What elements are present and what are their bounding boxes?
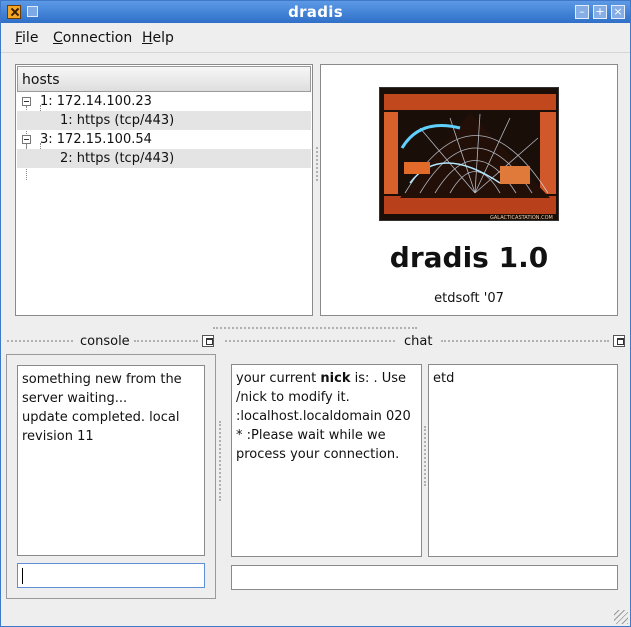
tree-item-label: 1: https (tcp/443) bbox=[60, 113, 175, 128]
menu-connection[interactable]: Connection bbox=[53, 30, 132, 46]
splash-image: GALACTICASTATION.COM bbox=[379, 87, 559, 221]
resize-grip-icon[interactable] bbox=[614, 610, 628, 624]
chat-nick-label: nick bbox=[320, 371, 351, 386]
console-dock-title: console bbox=[76, 334, 134, 349]
chat-message-input[interactable] bbox=[231, 565, 618, 590]
tree-item-host[interactable]: 3: 172.15.100.54 bbox=[17, 130, 311, 149]
console-command-input[interactable] bbox=[17, 563, 205, 588]
collapse-icon[interactable] bbox=[22, 135, 31, 144]
dock-grip[interactable] bbox=[441, 340, 609, 343]
dradis-screen-graphic: GALACTICASTATION.COM bbox=[380, 88, 558, 221]
tree-item-label: 1: 172.14.100.23 bbox=[40, 94, 152, 109]
chat-user[interactable]: etd bbox=[433, 369, 613, 388]
chat-messages[interactable]: your current nick is: . Use /nick to mod… bbox=[231, 364, 422, 557]
chat-line: process your connection. bbox=[236, 447, 400, 462]
splitter-handle[interactable] bbox=[213, 327, 417, 330]
splitter-handle[interactable] bbox=[219, 421, 222, 501]
menu-file[interactable]: File bbox=[15, 30, 38, 46]
menu-help-label: Help bbox=[142, 30, 174, 46]
chat-line: * :Please wait while we bbox=[236, 428, 386, 443]
text-cursor bbox=[22, 568, 23, 584]
main-window: dradis – + × File Connection Help hosts … bbox=[0, 0, 631, 627]
chat-user-list[interactable]: etd bbox=[428, 364, 618, 557]
console-output[interactable]: something new from the server waiting...… bbox=[17, 365, 205, 556]
window-title: dradis bbox=[288, 3, 343, 21]
menu-file-label: File bbox=[15, 30, 39, 46]
collapse-icon[interactable] bbox=[22, 97, 31, 106]
dock-grip[interactable] bbox=[7, 340, 73, 343]
dock-grip[interactable] bbox=[225, 340, 395, 343]
undock-chat-icon[interactable] bbox=[613, 335, 625, 347]
undock-console-icon[interactable] bbox=[202, 335, 214, 347]
console-line: server waiting... bbox=[22, 391, 128, 406]
tree-item-service[interactable]: 1: https (tcp/443) bbox=[17, 111, 311, 130]
title-bar[interactable]: dradis – + × bbox=[1, 1, 630, 23]
about-panel: GALACTICASTATION.COM dradis 1.0 etdsoft … bbox=[320, 64, 618, 316]
close-icon[interactable]: × bbox=[611, 5, 625, 19]
tree-item-label: 2: https (tcp/443) bbox=[60, 151, 175, 166]
splitter-handle[interactable] bbox=[316, 147, 319, 181]
chat-text-part: is: . Use bbox=[350, 371, 407, 386]
tree-item-host[interactable]: 1: 172.14.100.23 bbox=[17, 92, 311, 111]
chat-line: :localhost.localdomain 020 bbox=[236, 409, 411, 424]
menu-connection-label: Connection bbox=[53, 30, 133, 46]
chat-line: your current nick is: . Use bbox=[236, 369, 417, 388]
maximize-icon[interactable]: + bbox=[593, 5, 607, 19]
tree-item-label: 3: 172.15.100.54 bbox=[40, 132, 152, 147]
hosts-tree[interactable]: hosts 1: 172.14.100.23 1: https (tcp/443… bbox=[15, 64, 313, 316]
about-title: dradis 1.0 bbox=[389, 241, 549, 274]
console-line: revision 11 bbox=[22, 429, 94, 444]
dock-grip[interactable] bbox=[134, 340, 198, 343]
chat-line: /nick to modify it. bbox=[236, 390, 350, 405]
about-subtitle: etdsoft '07 bbox=[434, 291, 504, 306]
menu-bar: File Connection Help bbox=[1, 23, 630, 53]
console-line: update completed. local bbox=[22, 410, 180, 425]
splash-credit: GALACTICASTATION.COM bbox=[490, 215, 553, 221]
chat-text-part: your current bbox=[236, 371, 321, 386]
menu-help[interactable]: Help bbox=[142, 30, 174, 46]
minimize-icon[interactable]: – bbox=[575, 5, 589, 19]
hosts-column-header[interactable]: hosts bbox=[17, 66, 311, 92]
chat-dock-title: chat bbox=[400, 334, 437, 349]
console-line: something new from the bbox=[22, 372, 182, 387]
tree-item-service[interactable]: 2: https (tcp/443) bbox=[17, 149, 311, 168]
splitter-handle[interactable] bbox=[424, 426, 427, 486]
